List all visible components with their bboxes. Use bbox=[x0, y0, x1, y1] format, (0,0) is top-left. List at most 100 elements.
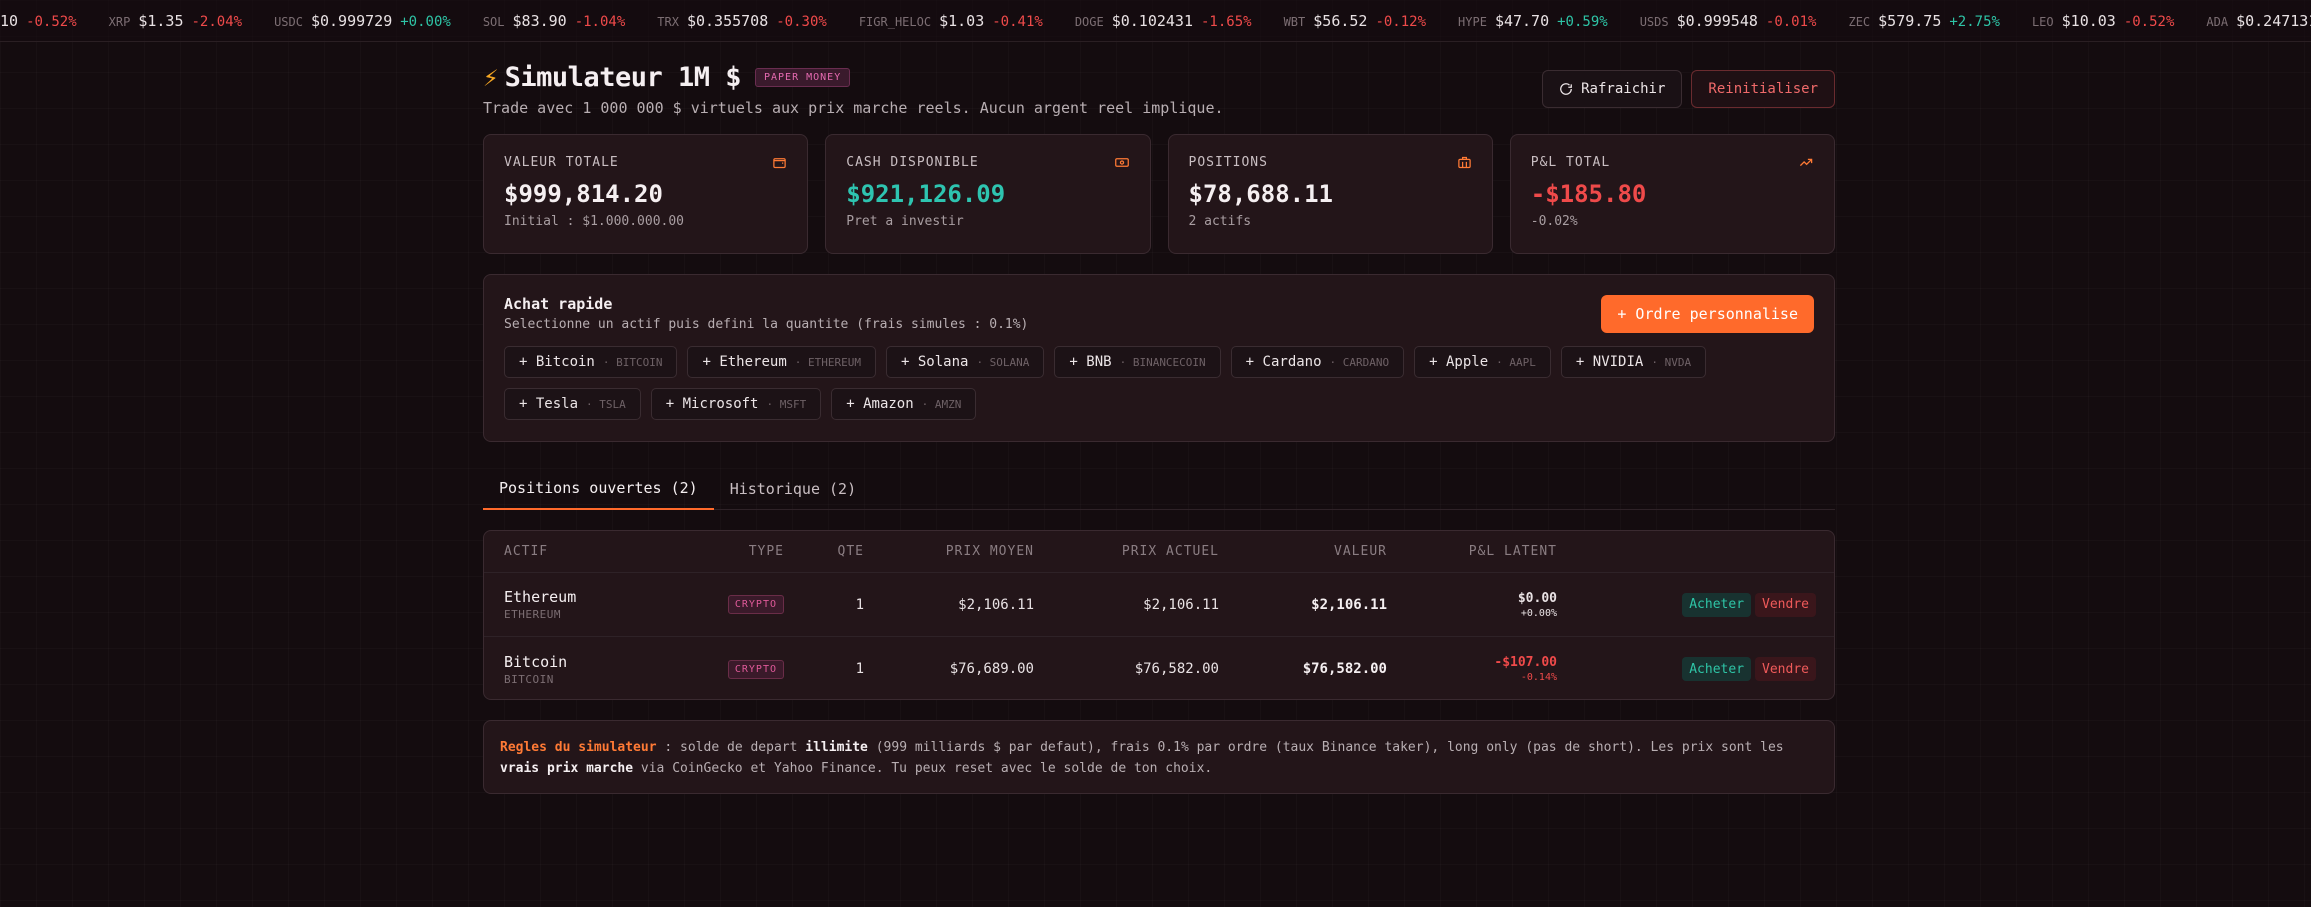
asset-ticker: · SOLANA bbox=[976, 355, 1030, 369]
reset-button[interactable]: Reinitialiser bbox=[1691, 70, 1835, 108]
asset-name: + BNB bbox=[1069, 354, 1112, 370]
buy-button[interactable]: Acheter bbox=[1682, 592, 1752, 617]
ticker-price: $83.90 bbox=[512, 11, 567, 30]
page-title: Simulateur 1M $ bbox=[504, 62, 742, 93]
ticker-symbol: DOGE bbox=[1074, 14, 1104, 29]
column-header: PRIX MOYEN bbox=[945, 544, 1034, 559]
ticker-item: XRP $1.35 -2.04% bbox=[109, 12, 242, 30]
quick-buy-asset-button[interactable]: + Ethereum · ETHEREUM bbox=[687, 346, 876, 378]
positions-table: ACTIF TYPE QTE PRIX MOYEN PRIX ACTUEL VALEUR P… bbox=[483, 530, 1835, 700]
pnl-value: -$107.00 bbox=[1494, 655, 1557, 670]
simulator-page: ⚡ Simulateur 1M $ PAPER MONEY Trade avec… bbox=[483, 62, 1835, 794]
column-header: VALEUR bbox=[1334, 544, 1387, 559]
ticker-item: DOGE $0.102431 -1.65% bbox=[1075, 12, 1252, 30]
value-cell: $2,106.11 bbox=[1311, 596, 1387, 613]
ticker-item: WBT $56.52 -0.12% bbox=[1284, 12, 1426, 30]
ticker-symbol: XRP bbox=[108, 14, 131, 29]
asset-ticker: · MSFT bbox=[766, 397, 807, 411]
ticker-change: -0.52% bbox=[2123, 13, 2175, 30]
ticker-change: -2.04% bbox=[191, 13, 243, 30]
wallet-icon bbox=[772, 155, 787, 174]
ticker-price: $0.102431 bbox=[1111, 11, 1193, 30]
stat-label: VALEUR TOTALE bbox=[504, 155, 619, 170]
ticker-symbol: WBT bbox=[1283, 14, 1306, 29]
refresh-label: Rafraichir bbox=[1581, 81, 1666, 97]
quick-buy-asset-button[interactable]: + Microsoft · MSFT bbox=[650, 388, 822, 420]
stat-value: $921,126.09 bbox=[846, 180, 1006, 208]
quick-buy-asset-button[interactable]: + Bitcoin · BITCOIN bbox=[504, 346, 678, 378]
tab-open-positions[interactable]: Positions ouvertes (2) bbox=[483, 468, 714, 510]
ticker-price: $47.70 bbox=[1494, 11, 1550, 30]
quick-buy-asset-button[interactable]: + Solana · SOLANA bbox=[886, 346, 1045, 378]
page-subtitle: Trade avec 1 000 000 $ virtuels aux prix… bbox=[483, 99, 1224, 117]
asset-name: + Solana bbox=[901, 354, 969, 370]
ticker-item: USDC $0.999729 +0.00% bbox=[274, 12, 451, 30]
ticker-symbol: SOL bbox=[482, 14, 505, 29]
type-badge: CRYPTO bbox=[727, 659, 784, 679]
asset-ticker: · NVDA bbox=[1651, 355, 1692, 369]
asset-name: + Ethereum bbox=[702, 354, 787, 370]
rules-strong-1: illimite bbox=[805, 740, 868, 755]
ticker-price: $56.52 bbox=[1313, 11, 1368, 30]
quick-buy-asset-button[interactable]: + Tesla · TSLA bbox=[504, 388, 641, 420]
ticker-item: LEO $10.03 -0.52% bbox=[2032, 12, 2174, 30]
ticker-item: ZEC $579.75 +2.75% bbox=[1848, 12, 1999, 30]
column-header: QTE bbox=[837, 544, 864, 559]
quick-buy-asset-button[interactable]: + BNB · BINANCECOIN bbox=[1054, 346, 1221, 378]
stat-label: POSITIONS bbox=[1188, 155, 1268, 170]
stats-cards: VALEUR TOTALE $999,814.20 Initial : $1.000… bbox=[483, 134, 1835, 254]
rules-strong-2: vrais prix marche bbox=[500, 761, 634, 776]
ticker-symbol: LEO bbox=[2031, 14, 2054, 29]
table-header: ACTIF TYPE QTE PRIX MOYEN PRIX ACTUEL VALEUR P… bbox=[484, 531, 1834, 573]
trending-up-icon bbox=[1798, 155, 1814, 174]
sell-button[interactable]: Vendre bbox=[1755, 657, 1816, 681]
tabs: Positions ouvertes (2) Historique (2) bbox=[483, 468, 1835, 510]
asset-ticker: · CARDANO bbox=[1329, 355, 1390, 369]
ticker-price: $0.355708 bbox=[686, 11, 769, 30]
cash-icon bbox=[1114, 155, 1130, 174]
quick-buy-asset-button[interactable]: + Apple · AAPL bbox=[1414, 346, 1551, 378]
rules-label: Regles du simulateur bbox=[500, 740, 657, 755]
rules-text-2: (999 milliards $ par defaut), frais 0.1%… bbox=[867, 740, 1784, 755]
ticker-change: -0.01% bbox=[1765, 13, 1817, 30]
refresh-icon bbox=[1560, 83, 1573, 95]
stat-card: P&L TOTAL -$185.80 -0.02% bbox=[1509, 134, 1835, 254]
sell-button[interactable]: Vendre bbox=[1755, 592, 1816, 617]
type-cell: CRYPTO bbox=[684, 595, 784, 614]
tab-history[interactable]: Historique (2) bbox=[714, 468, 872, 510]
quick-buy-asset-button[interactable]: + Cardano · CARDANO bbox=[1230, 346, 1405, 378]
table-row: Bitcoin BITCOIN CRYPTO 1 $76,689.00 $76,582.0… bbox=[484, 637, 1834, 699]
custom-order-button[interactable]: + Ordre personnalise bbox=[1601, 295, 1814, 333]
asset-cell: Ethereum ETHEREUM bbox=[484, 588, 684, 621]
refresh-button[interactable]: Rafraichir bbox=[1542, 70, 1683, 108]
ticker-change: -0.41% bbox=[992, 13, 1043, 30]
ticker-change: +2.75% bbox=[1949, 13, 2000, 30]
asset-name: + Cardano bbox=[1245, 354, 1322, 370]
asset-ticker: · TSLA bbox=[586, 397, 626, 411]
asset-name: + Apple bbox=[1429, 354, 1489, 370]
ticker-change: -0.30% bbox=[776, 13, 827, 30]
buy-button[interactable]: Acheter bbox=[1682, 657, 1752, 681]
asset-name: + Bitcoin bbox=[519, 354, 595, 370]
ticker-symbol: USDC bbox=[274, 14, 303, 29]
ticker-change: -1.65% bbox=[1201, 13, 1252, 30]
stat-sub: -0.02% bbox=[1530, 214, 1578, 229]
pnl-cell: -$107.00 -0.14% bbox=[1387, 655, 1557, 683]
column-header: P&L LATENT bbox=[1468, 544, 1557, 559]
column-header: ACTIF bbox=[504, 544, 549, 559]
row-actions: Acheter Vendre bbox=[1557, 657, 1834, 681]
current-price-cell: $2,106.11 bbox=[1143, 596, 1219, 613]
asset-cell: Bitcoin BITCOIN bbox=[484, 653, 684, 686]
value-cell: $76,582.00 bbox=[1302, 661, 1387, 677]
ticker-symbol: ZEC bbox=[1848, 14, 1871, 29]
stat-sub: Initial : $1.000.000.00 bbox=[504, 214, 685, 229]
asset-name: + Amazon bbox=[846, 396, 914, 412]
asset-ticker: · AMZN bbox=[921, 397, 962, 411]
asset-ticker: · BINANCECOIN bbox=[1119, 355, 1206, 369]
quick-buy-asset-button[interactable]: + NVIDIA · NVDA bbox=[1560, 346, 1707, 378]
stat-sub: Pret a investir bbox=[846, 214, 964, 229]
asset-ticker: · AAPL bbox=[1496, 355, 1536, 369]
asset-symbol: ETHEREUM bbox=[504, 608, 561, 621]
quick-buy-asset-button[interactable]: + Amazon · AMZN bbox=[831, 388, 977, 420]
ticker-price: $0.999729 bbox=[310, 11, 393, 30]
